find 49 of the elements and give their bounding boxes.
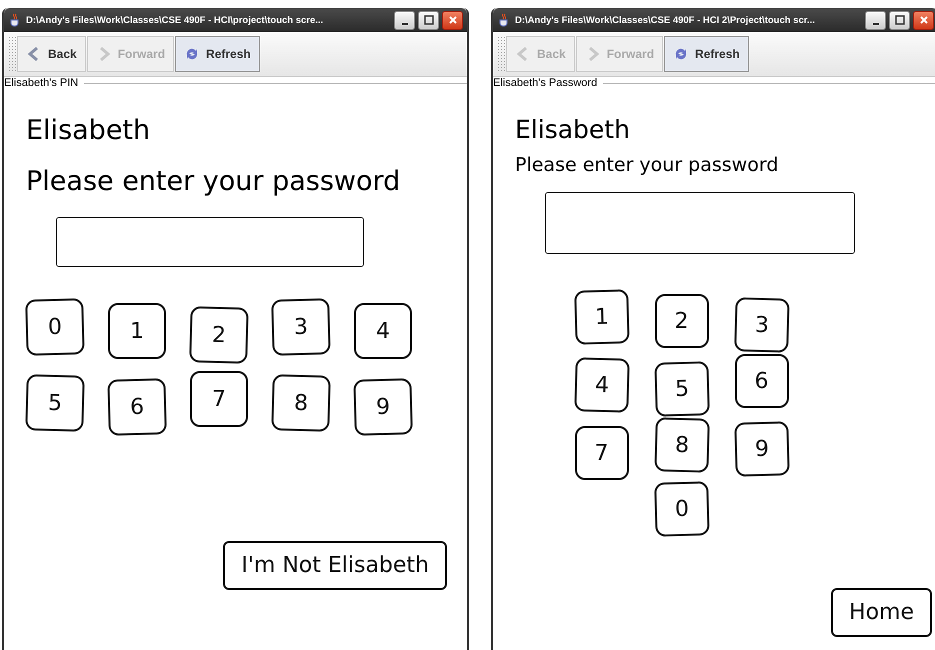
back-button[interactable]: Back [17, 36, 86, 72]
keypad-key[interactable]: 8 [271, 374, 331, 432]
prompt-text: Please enter your password [515, 154, 780, 176]
maximize-icon [894, 15, 904, 25]
prompt-text: Please enter your password [26, 166, 402, 197]
keypad-key[interactable]: 5 [654, 361, 710, 417]
minimize-button[interactable] [394, 10, 415, 30]
window-title: D:\Andy's Files\Work\Classes\CSE 490F - HCI 2\Project\touch scr... [515, 14, 816, 26]
close-button[interactable] [442, 10, 463, 30]
user-name: Elisabeth [515, 115, 631, 144]
keypad-key[interactable]: 3 [734, 297, 790, 353]
maximize-button[interactable] [418, 10, 439, 30]
window-title: D:\Andy's Files\Work\Classes\CSE 490F - HCI\project\touch scre... [26, 14, 324, 26]
panel-title: Elisabeth's PIN [4, 77, 78, 89]
panel-title: Elisabeth's Password [493, 77, 598, 89]
keypad-key[interactable]: 9 [734, 421, 790, 477]
keypad-key[interactable]: 0 [654, 481, 710, 537]
keypad-key[interactable]: 2 [654, 294, 708, 348]
maximize-icon [424, 15, 434, 25]
keypad-key[interactable]: 8 [654, 417, 710, 473]
toolbar-grip[interactable] [497, 36, 505, 72]
password-field[interactable] [56, 217, 364, 267]
keypad-key[interactable]: 7 [190, 371, 248, 427]
keypad-key[interactable]: 4 [354, 303, 412, 359]
keypad-key[interactable]: 0 [25, 298, 85, 356]
keypad-key[interactable]: 5 [25, 374, 85, 432]
close-icon [448, 15, 458, 25]
refresh-button[interactable]: Refresh [175, 36, 260, 72]
keypad-key[interactable]: 1 [574, 289, 630, 345]
keypad-key[interactable]: 3 [271, 298, 331, 356]
toolbar-grip[interactable] [8, 36, 16, 72]
close-icon [918, 15, 928, 25]
close-button[interactable] [913, 10, 934, 30]
password-field[interactable] [545, 192, 855, 254]
not-me-button[interactable]: I'm Not Elisabeth [223, 541, 447, 590]
home-button[interactable]: Home [831, 588, 932, 637]
keypad-key[interactable]: 1 [108, 303, 166, 359]
refresh-button[interactable]: Refresh [664, 36, 749, 72]
minimize-icon [872, 22, 878, 24]
keypad-key[interactable]: 6 [107, 378, 167, 436]
keypad-key[interactable]: 4 [574, 357, 630, 413]
minimize-icon [402, 22, 408, 24]
keypad-key[interactable]: 6 [734, 354, 788, 408]
minimize-button[interactable] [865, 10, 886, 30]
keypad-key[interactable]: 9 [353, 378, 413, 436]
user-name: Elisabeth [26, 115, 152, 146]
keypad-key[interactable]: 2 [189, 306, 249, 364]
keypad-key[interactable]: 7 [574, 426, 628, 480]
maximize-button[interactable] [889, 10, 910, 30]
